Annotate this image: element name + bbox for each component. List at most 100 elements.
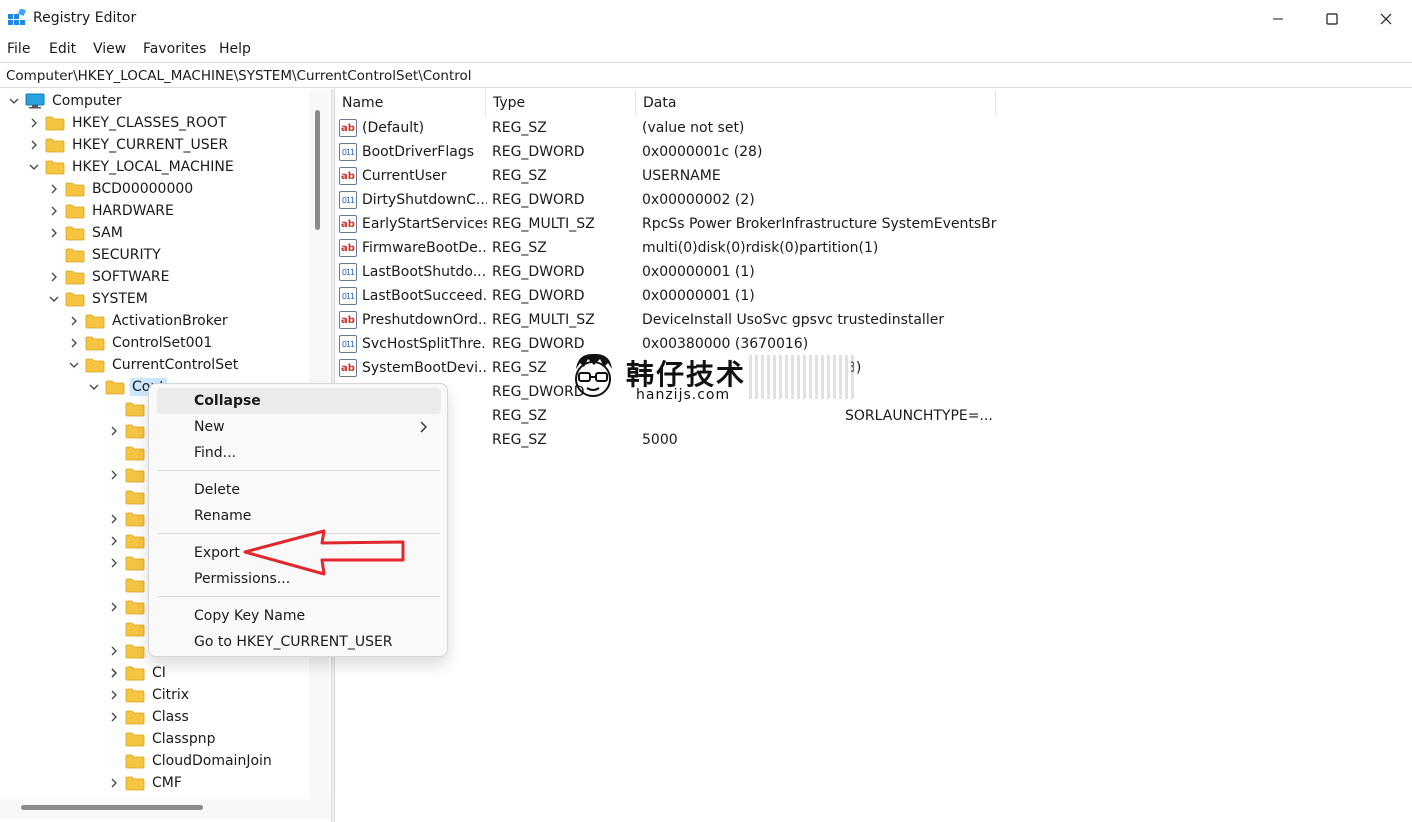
maximize-button[interactable] [1306,0,1358,37]
string-value-icon: ab [339,239,357,257]
tree-node-hkey-classes-root[interactable]: HKEY_CLASSES_ROOT [27,112,228,134]
tree-node-classpnp[interactable]: Classpnp [107,728,217,750]
menu-favorites[interactable]: Favorites [143,41,206,57]
menu-delete[interactable]: Delete [157,477,441,503]
tree-node-system[interactable]: SYSTEM [47,288,150,310]
tree-node-currentcontrolset[interactable]: CurrentControlSet [67,354,240,376]
chevron-right-icon[interactable] [47,182,61,196]
menu-file[interactable]: File [7,41,30,57]
value-row[interactable]: ab EarlyStartServices REG_MULTI_SZ RpcSs Po… [339,212,999,236]
value-name-cell: 011 SvcHostSplitThre... [339,332,487,356]
tree-node-hidden[interactable] [107,552,150,574]
chevron-right-icon[interactable] [107,644,121,658]
address-path[interactable]: Computer\HKEY_LOCAL_MACHINE\SYSTEM\Curre… [6,68,472,84]
chevron-right-icon[interactable] [27,138,41,152]
tree-node-hidden[interactable] [107,486,150,508]
chevron-right-icon[interactable] [27,116,41,130]
binary-value-icon: 011 [339,335,357,353]
chevron-right-icon[interactable] [107,512,121,526]
menu-edit[interactable]: Edit [49,41,76,57]
menu-new[interactable]: New [157,414,441,440]
value-row[interactable]: 011 DirtyShutdownC... REG_DWORD 0x00000002 … [339,188,999,212]
tree-node-hidden[interactable] [107,530,150,552]
value-row[interactable]: ab FirmwareBootDe... REG_SZ multi(0)disk(0)… [339,236,999,260]
folder-icon [125,687,145,703]
tree-node-clouddomainjoin[interactable]: CloudDomainJoin [107,750,274,772]
menu-find[interactable]: Find... [157,440,441,466]
tree-node-cmf[interactable]: CMF [107,772,184,794]
column-header-data[interactable]: Data [636,90,996,116]
chevron-right-icon[interactable] [107,468,121,482]
tree-node-hidden[interactable] [107,442,150,464]
tree-node-activationbroker[interactable]: ActivationBroker [67,310,230,332]
tree-node-controlset001[interactable]: ControlSet001 [67,332,214,354]
chevron-right-icon[interactable] [47,204,61,218]
binary-value-icon: 011 [339,143,357,161]
menu-goto-hkcu[interactable]: Go to HKEY_CURRENT_USER [157,629,441,655]
tree-node-computer[interactable]: Computer [7,90,124,112]
tree-node-hkey-current-user[interactable]: HKEY_CURRENT_USER [27,134,230,156]
chevron-right-icon[interactable] [47,270,61,284]
menu-export-label: Export [194,545,240,561]
tree-node-hidden[interactable] [107,640,150,662]
tree-node-citrix[interactable]: Citrix [107,684,191,706]
tree-node-software[interactable]: SOFTWARE [47,266,172,288]
menu-copy-key-name[interactable]: Copy Key Name [157,603,441,629]
menu-view[interactable]: View [93,41,126,57]
tree-horizontal-scroll-thumb[interactable] [21,805,203,810]
value-row[interactable]: 011 BootDriverFlags REG_DWORD 0x0000001c (2… [339,140,999,164]
tree-node-hidden[interactable] [107,464,150,486]
value-data: 5000 [642,432,678,448]
menu-rename[interactable]: Rename [157,503,441,529]
tree-node-hardware[interactable]: HARDWARE [47,200,176,222]
chevron-right-icon[interactable] [107,710,121,724]
chevron-down-icon[interactable] [7,94,21,108]
value-row[interactable]: ab (Default) REG_SZ (value not set) [339,116,999,140]
chevron-right-icon[interactable] [107,600,121,614]
chevron-down-icon[interactable] [67,358,81,372]
chevron-right-icon[interactable] [67,336,81,350]
tree-node-hidden[interactable] [107,618,150,640]
chevron-down-icon[interactable] [27,160,41,174]
close-button[interactable] [1360,0,1412,37]
tree-node-bcd00000000[interactable]: BCD00000000 [47,178,195,200]
value-row[interactable]: 011 LastBootShutdo... REG_DWORD 0x00000001 … [339,260,999,284]
chevron-right-icon[interactable] [67,314,81,328]
chevron-down-icon[interactable] [47,292,61,306]
tree-node-hidden[interactable] [107,398,150,420]
folder-icon [125,775,145,791]
tree-node-hidden[interactable] [107,662,150,684]
chevron-right-icon[interactable] [47,226,61,240]
chevron-right-icon[interactable] [107,424,121,438]
tree-node-label: HARDWARE [92,203,174,219]
tree-node-hidden[interactable] [107,574,150,596]
tree-node-hidden[interactable] [107,596,150,618]
chevron-down-icon[interactable] [87,380,101,394]
chevron-right-icon[interactable] [107,776,121,790]
minimize-button[interactable] [1252,0,1304,37]
value-name-cell: ab (Default) [339,116,487,140]
value-name-cell: ab FirmwareBootDe... [339,236,487,260]
chevron-right-icon[interactable] [107,666,121,680]
column-header-type[interactable]: Type [486,90,636,116]
value-name: SvcHostSplitThre... [362,336,487,352]
chevron-right-icon[interactable] [107,688,121,702]
tree-node-class[interactable]: Class [107,706,191,728]
chevron-right-icon[interactable] [107,534,121,548]
tree-node-hidden[interactable] [107,420,150,442]
column-header-name[interactable]: Name [335,90,486,116]
menu-collapse[interactable]: Collapse [157,388,441,414]
value-row[interactable]: 011 LastBootSucceed... REG_DWORD 0x00000001… [339,284,999,308]
tree-node-hkey-local-machine[interactable]: HKEY_LOCAL_MACHINE [27,156,236,178]
value-row[interactable]: ab PreshutdownOrd... REG_MULTI_SZ DeviceIns… [339,308,999,332]
tree-node-security[interactable]: SECURITY [47,244,163,266]
tree-node-hidden[interactable] [107,508,150,530]
value-data: RpcSs Power BrokerInfrastructure SystemE… [642,216,997,232]
menu-help[interactable]: Help [219,41,251,57]
tree-node-sam[interactable]: SAM [47,222,125,244]
chevron-right-icon[interactable] [107,556,121,570]
value-row[interactable]: ab CurrentUser REG_SZ USERNAME [339,164,999,188]
address-bar[interactable]: Computer\HKEY_LOCAL_MACHINE\SYSTEM\Curre… [0,62,1412,88]
tree-vertical-scroll-thumb[interactable] [315,110,320,230]
